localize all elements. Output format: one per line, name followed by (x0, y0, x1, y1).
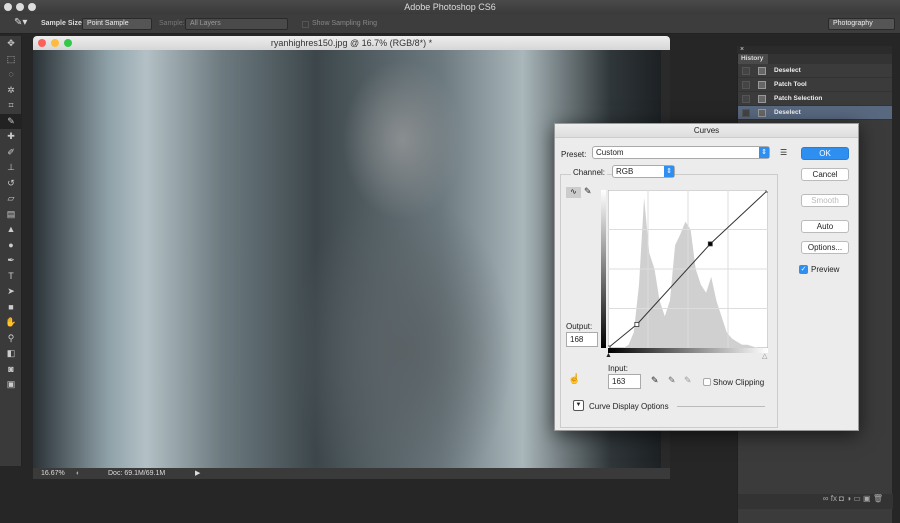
preset-select[interactable]: Custom ⇕ (592, 146, 770, 159)
output-gradient-bar (601, 190, 606, 348)
history-item[interactable]: Deselect (738, 64, 892, 78)
curve-point[interactable] (634, 322, 640, 327)
hand-tool-icon[interactable]: ✋ (0, 315, 22, 331)
close-window-button[interactable] (4, 3, 12, 11)
doc-size: Doc: 69.1M/69.1M (108, 470, 166, 477)
zoom-document-button[interactable] (64, 39, 72, 47)
white-eyedropper-icon[interactable]: ✎ (684, 375, 692, 386)
sample-select[interactable]: All Layers (185, 18, 288, 30)
preview-checkbox[interactable]: ✓ (799, 265, 808, 274)
history-item[interactable]: Patch Tool (738, 78, 892, 92)
dodge-tool-icon[interactable]: ● (0, 238, 22, 254)
curve-point[interactable] (707, 241, 713, 247)
curve-graph[interactable] (608, 190, 768, 348)
history-tab[interactable]: History (738, 54, 768, 64)
curve-display-options-label: Curve Display Options (589, 402, 669, 411)
color-swatches-icon[interactable]: ◧ (0, 346, 22, 362)
sample-size-select[interactable]: Point Sample (82, 18, 152, 30)
show-clipping-label: Show Clipping (713, 378, 765, 387)
show-clipping-checkbox[interactable] (703, 378, 711, 386)
eraser-tool-icon[interactable]: ▱ (0, 191, 22, 207)
document-title-bar: ryanhighres150.jpg @ 16.7% (RGB/8*) * (33, 36, 670, 50)
tools-panel: ✥ ⬚ ◌ ✲ ⌗ ✎ ✚ ✐ ⊥ ↺ ▱ ▤ ▲ ● ✒ T ➤ ■ ✋ ⚲ … (0, 36, 22, 466)
screen-mode-icon[interactable]: ▣ (0, 377, 22, 393)
gray-eyedropper-icon[interactable]: ✎ (668, 375, 676, 386)
gradient-tool-icon[interactable]: ▤ (0, 207, 22, 223)
close-document-button[interactable] (38, 39, 46, 47)
move-tool-icon[interactable]: ✥ (0, 36, 22, 52)
app-title-bar: Adobe Photoshop CS6 (0, 0, 900, 14)
minimize-window-button[interactable] (16, 3, 24, 11)
minimize-document-button[interactable] (51, 39, 59, 47)
output-label: Output: (566, 322, 593, 331)
channel-label: Channel: (571, 168, 608, 177)
status-menu-arrow-icon[interactable]: ▶ (195, 468, 200, 479)
channel-select[interactable]: RGB ⇕ (612, 165, 675, 178)
workspace-select[interactable]: Photography (828, 18, 895, 30)
eyedropper-tool-icon[interactable]: ✎ (0, 113, 22, 129)
patch-icon (758, 95, 766, 103)
crop-tool-icon[interactable]: ⌗ (0, 98, 22, 114)
clone-stamp-tool-icon[interactable]: ⊥ (0, 160, 22, 176)
ok-button[interactable]: OK (801, 147, 849, 160)
preset-label: Preset: (561, 150, 587, 159)
zoom-window-button[interactable] (28, 3, 36, 11)
pencil-draw-icon[interactable]: ✎ (584, 186, 592, 197)
blur-tool-icon[interactable]: ▲ (0, 222, 22, 238)
magic-wand-tool-icon[interactable]: ✲ (0, 83, 22, 99)
marquee-tool-icon[interactable]: ⬚ (0, 52, 22, 68)
document-icon (758, 109, 766, 117)
lasso-tool-icon[interactable]: ◌ (0, 67, 22, 83)
layers-footer-icons[interactable]: ∞ fx ◘ ◑ ▭ ▣ 🗑 (738, 494, 893, 509)
input-label: Input: (608, 364, 629, 373)
panel-collapse-bar[interactable]: × (737, 46, 892, 54)
status-bar: 16.67% ◐ Doc: 69.1M/69.1M ▶ (33, 468, 670, 479)
curves-title: Curves (555, 124, 858, 138)
preview-label: Preview (811, 265, 840, 274)
shape-tool-icon[interactable]: ■ (0, 300, 22, 316)
quick-mask-icon[interactable]: ◙ (0, 362, 22, 378)
history-item[interactable]: Patch Selection (738, 92, 892, 106)
curves-dialog: Curves Preset: Custom ⇕ ☰ OK Cancel Smoot… (554, 123, 859, 431)
patch-icon (758, 81, 766, 89)
type-tool-icon[interactable]: T (0, 269, 22, 285)
sample-size-label: Sample Size: (41, 20, 85, 27)
status-info-icon[interactable]: ◐ (76, 468, 80, 479)
options-button[interactable]: Options... (801, 241, 849, 254)
input-gradient-bar (608, 348, 768, 353)
target-adjust-hand-icon[interactable]: ☝ (568, 374, 580, 385)
auto-button[interactable]: Auto (801, 220, 849, 233)
document-title: ryanhighres150.jpg @ 16.7% (RGB/8*) * (270, 38, 433, 48)
history-brush-tool-icon[interactable]: ↺ (0, 176, 22, 192)
document-icon (758, 67, 766, 75)
zoom-level[interactable]: 16.67% (41, 468, 65, 479)
preset-options-icon[interactable]: ☰ (780, 148, 787, 157)
white-point-slider[interactable]: △ (762, 352, 767, 360)
curve-display-options-toggle[interactable]: ▼ (573, 400, 584, 411)
path-selection-tool-icon[interactable]: ➤ (0, 284, 22, 300)
curve-point[interactable] (765, 190, 768, 193)
divider (677, 406, 765, 407)
eyedropper-tool-preset-icon[interactable]: ✎▾ (14, 17, 27, 28)
smooth-button[interactable]: Smooth (801, 194, 849, 207)
cancel-button[interactable]: Cancel (801, 168, 849, 181)
sample-label: Sample: (159, 20, 185, 27)
options-bar: ✎▾ Sample Size: Point Sample Sample: All… (0, 14, 900, 34)
input-field[interactable]: 163 (608, 374, 641, 389)
zoom-tool-icon[interactable]: ⚲ (0, 331, 22, 347)
curve-edit-points-icon[interactable]: ∿ (566, 187, 581, 198)
output-field[interactable]: 168 (566, 332, 598, 347)
brush-tool-icon[interactable]: ✐ (0, 145, 22, 161)
history-item-selected[interactable]: Deselect (738, 106, 892, 120)
pen-tool-icon[interactable]: ✒ (0, 253, 22, 269)
healing-brush-tool-icon[interactable]: ✚ (0, 129, 22, 145)
show-sampling-ring-checkbox[interactable] (302, 21, 309, 28)
black-point-slider[interactable]: ▲ (605, 352, 612, 359)
show-sampling-ring-label: Show Sampling Ring (312, 20, 377, 27)
app-title: Adobe Photoshop CS6 (404, 2, 496, 12)
black-eyedropper-icon[interactable]: ✎ (651, 375, 659, 386)
